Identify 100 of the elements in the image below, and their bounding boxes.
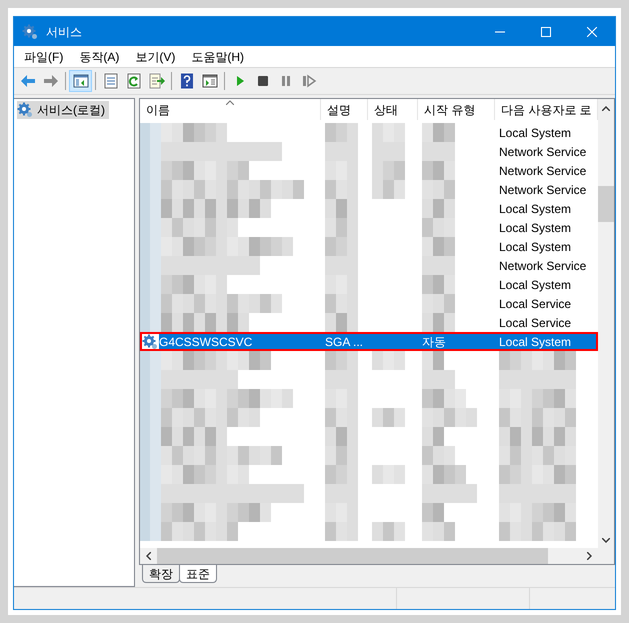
menu-item[interactable]: 동작(A) <box>71 48 128 66</box>
pane-toggle-icon <box>72 73 88 89</box>
pixelated-text <box>325 313 358 332</box>
resume-icon <box>300 73 316 89</box>
pixelated-text <box>325 275 358 294</box>
forward-arrow-icon <box>42 73 58 89</box>
log-on-text: Network Service <box>498 258 588 274</box>
log-on-text: Network Service <box>498 162 588 180</box>
pixelated-text <box>422 275 455 294</box>
table-row[interactable]: Local System <box>140 275 598 294</box>
scroll-down-icon <box>602 538 610 543</box>
log-on-text: Local System <box>498 276 572 294</box>
pixelated-text <box>325 484 358 503</box>
pixelated-text <box>372 161 405 180</box>
pixelated-text <box>422 294 455 313</box>
pixelated-text <box>422 142 455 161</box>
pixelated-text <box>325 389 358 408</box>
pixelated-text <box>325 408 358 427</box>
table-row[interactable]: Local Service <box>140 313 598 332</box>
pixelated-text <box>325 161 358 180</box>
pixelated-text <box>422 237 455 256</box>
log-on-text: Local Service <box>498 314 572 332</box>
pixelated-text <box>372 408 405 427</box>
table-row[interactable]: Local System <box>140 123 598 142</box>
pixelated-text <box>325 237 358 256</box>
window-title: 서비스 <box>46 24 83 40</box>
back-arrow-icon <box>20 73 36 89</box>
scrollbar-thumb[interactable] <box>598 186 614 222</box>
service-name: G4CSSWSCSVC <box>159 332 321 351</box>
menu-item[interactable]: 보기(V) <box>127 48 184 66</box>
pixelated-text <box>325 427 358 446</box>
log-on-text: Network Service <box>498 182 588 198</box>
pixelated-text <box>325 123 358 142</box>
pixelated-text <box>422 123 455 142</box>
column-header[interactable]: 시작 유형 <box>418 99 495 120</box>
pixelated-text <box>372 142 405 161</box>
pixelated-text <box>422 199 455 218</box>
pixelated-text <box>325 522 358 541</box>
pixelated-text <box>372 465 405 484</box>
startup-type-text: 자동 <box>421 334 447 350</box>
close-icon <box>587 26 597 36</box>
pixelated-text <box>325 142 358 161</box>
pixelated-text <box>372 522 405 541</box>
table-row[interactable]: Local Service <box>140 294 598 313</box>
tree-item[interactable]: 서비스(로컬) <box>17 101 109 119</box>
vertical-scrollbar[interactable] <box>598 99 614 548</box>
maximize-icon <box>541 26 551 36</box>
pixelated-text <box>422 218 455 237</box>
scroll-left-icon <box>146 552 151 560</box>
menu-item[interactable]: 파일(F) <box>16 48 72 66</box>
pixelated-text <box>325 218 358 237</box>
table-row[interactable]: Network Service <box>140 180 598 199</box>
table-row[interactable]: G4CSSWSCSVC SGA ... 자동 Local System <box>140 332 598 351</box>
pixelated-text <box>422 256 455 275</box>
pixelated-text <box>325 199 358 218</box>
log-on-text: Local System <box>498 124 572 142</box>
table-row[interactable]: Local System <box>140 218 598 237</box>
scroll-right-icon <box>587 552 592 560</box>
pixelated-text <box>325 465 358 484</box>
pixelated-text <box>325 256 358 275</box>
pixelated-text <box>372 180 405 199</box>
column-header[interactable]: 상태 <box>368 99 418 120</box>
pixelated-text <box>325 370 358 389</box>
pixelated-text <box>422 180 455 199</box>
gear-icon <box>17 102 33 118</box>
log-on-text: Network Service <box>498 144 588 160</box>
toolbar-button[interactable] <box>69 70 92 92</box>
pixelated-text <box>325 351 358 370</box>
table-row[interactable]: Local System <box>140 237 598 256</box>
pixelated-text <box>372 123 405 142</box>
scroll-up-icon <box>602 106 610 111</box>
pixelated-text <box>372 351 405 370</box>
pixelated-text <box>422 313 455 332</box>
table-row[interactable]: Network Service <box>140 142 598 161</box>
pixelated-text <box>325 180 358 199</box>
description-text: SGA ... <box>324 334 364 350</box>
pixelated-text <box>422 161 455 180</box>
pixelated-text <box>325 503 358 522</box>
gear-icon <box>142 334 158 350</box>
pixelated-text <box>325 294 358 313</box>
scrollbar-thumb[interactable] <box>157 548 548 564</box>
gear-icon <box>22 24 38 40</box>
view-tab[interactable]: 표준 <box>179 565 217 583</box>
log-on-text: Local Service <box>498 296 572 312</box>
document-icon <box>102 73 118 89</box>
column-header[interactable]: 설명 <box>321 99 368 120</box>
table-row[interactable]: Local System <box>140 199 598 218</box>
column-header[interactable]: 이름 <box>140 99 321 120</box>
pixelated-text <box>422 389 466 408</box>
table-row[interactable]: Network Service <box>140 161 598 180</box>
export-icon <box>148 73 164 89</box>
pixelated-text <box>325 446 358 465</box>
pixelated-text <box>422 465 466 484</box>
table-row[interactable]: Network Service <box>140 256 598 275</box>
menu-item[interactable]: 도움말(H) <box>183 48 252 66</box>
view-tab[interactable]: 확장 <box>142 565 180 583</box>
window-icon <box>202 73 218 89</box>
refresh-icon <box>126 73 142 89</box>
help-icon <box>178 73 194 89</box>
horizontal-scrollbar[interactable] <box>140 548 614 564</box>
